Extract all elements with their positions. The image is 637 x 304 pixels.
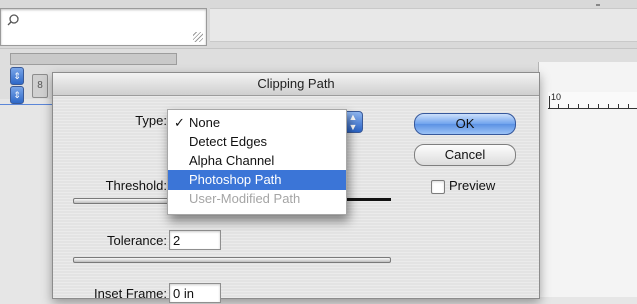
type-label: Type: xyxy=(135,113,167,128)
tolerance-slider[interactable] xyxy=(73,257,391,263)
control-ruler-strip xyxy=(10,53,177,65)
menu-item-none[interactable]: ✓ None xyxy=(168,113,346,133)
cancel-button[interactable]: Cancel xyxy=(414,144,516,166)
ok-button[interactable]: OK xyxy=(414,113,516,135)
search-input[interactable] xyxy=(0,8,207,46)
toolbar-strip xyxy=(210,8,637,42)
menu-item-label: Photoshop Path xyxy=(189,172,282,187)
menu-item-photoshop-path[interactable]: Photoshop Path xyxy=(168,170,346,190)
resize-grip-icon[interactable] xyxy=(193,32,203,42)
tolerance-label: Tolerance: xyxy=(107,233,167,248)
menu-item-detect-edges[interactable]: Detect Edges xyxy=(168,132,346,152)
dialog-titlebar[interactable]: Clipping Path xyxy=(53,73,539,96)
guide-line xyxy=(0,104,55,105)
search-icon xyxy=(7,14,19,26)
horizontal-ruler: 10 xyxy=(548,92,637,109)
menu-item-label: Alpha Channel xyxy=(189,153,275,168)
menu-item-label: User-Modified Path xyxy=(189,191,301,206)
threshold-slider-track[interactable] xyxy=(73,198,171,204)
menu-item-alpha-channel[interactable]: Alpha Channel xyxy=(168,151,346,171)
type-popup-menu: ✓ None Detect Edges Alpha Channel Photos… xyxy=(167,109,347,215)
dialog-title: Clipping Path xyxy=(257,76,335,91)
threshold-label: Threshold: xyxy=(105,178,167,193)
menu-item-label: Detect Edges xyxy=(189,134,268,149)
menu-item-label: None xyxy=(189,115,221,130)
threshold-slider-fill xyxy=(345,198,391,201)
preview-label: Preview xyxy=(449,178,496,193)
stepper-arrows-icon[interactable]: ⇕ xyxy=(10,67,24,85)
ruler-label: 10 xyxy=(551,92,562,102)
checkmark-icon: ✓ xyxy=(174,115,185,130)
inset-frame-label: Inset Frame: xyxy=(94,286,167,301)
preview-checkbox[interactable] xyxy=(431,180,445,194)
constrain-proportions-icon[interactable]: 8 xyxy=(32,74,48,98)
window-indicator xyxy=(596,4,600,6)
menu-item-user-modified-path: User-Modified Path xyxy=(168,189,346,209)
inset-frame-field[interactable]: 0 in xyxy=(169,283,221,303)
tolerance-field[interactable]: 2 xyxy=(169,230,221,250)
stepper-arrows-icon[interactable]: ⇕ xyxy=(10,86,24,104)
